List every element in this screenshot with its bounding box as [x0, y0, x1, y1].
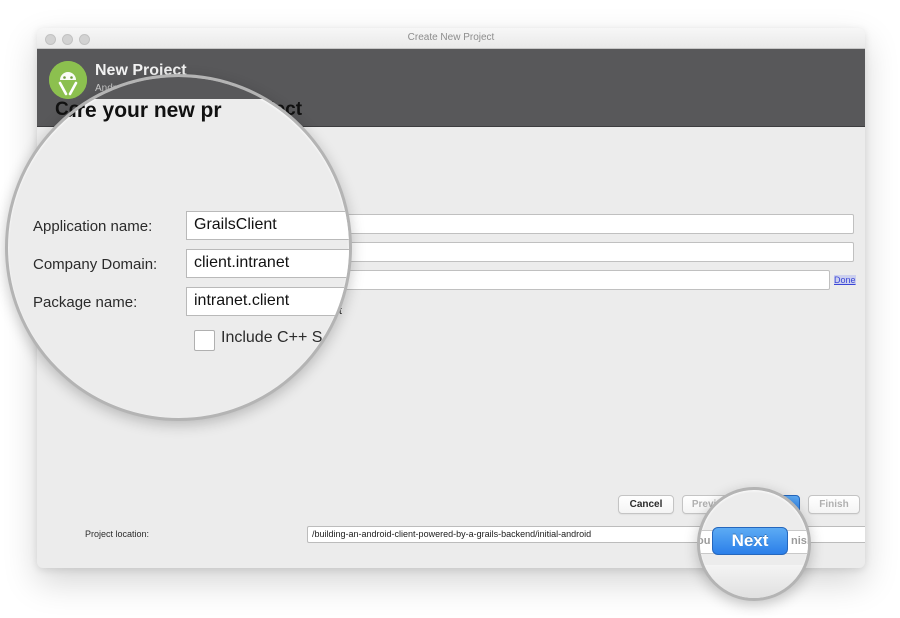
magnified-application-name-label: Application name:: [33, 218, 153, 235]
finish-button[interactable]: Finish: [808, 495, 860, 514]
magnified-include-cpp-support-checkbox[interactable]: [194, 330, 215, 351]
magnified-next-button[interactable]: Next: [712, 527, 788, 555]
magnified-header-band: [8, 77, 349, 99]
magnified-finish-button-fragment: nish: [791, 535, 808, 547]
magnified-package-name-input[interactable]: intranet.client: [186, 287, 349, 316]
magnified-include-cpp-support-label: Include C++ S: [221, 329, 323, 346]
magnified-window-bottom-edge: [700, 565, 808, 598]
form-magnifier-lens: ure your new pr Application name: Compan…: [5, 74, 352, 421]
cancel-button[interactable]: Cancel: [618, 495, 674, 514]
magnified-company-domain-input[interactable]: client.intranet: [186, 249, 349, 278]
magnified-previous-button-fragment: iou: [697, 535, 711, 547]
magnified-step-title: ure your new pr: [64, 99, 222, 122]
window-titlebar: Create New Project: [37, 28, 865, 49]
magnified-package-name-label: Package name:: [33, 294, 138, 311]
magnified-application-name-input[interactable]: GrailsClient: [186, 211, 349, 240]
next-button-magnifier-lens: iou nish Next: [697, 487, 811, 601]
magnified-company-domain-label: Company Domain:: [33, 256, 158, 273]
screenshot-root: Create New Project New Project Android S…: [0, 0, 900, 618]
package-name-edit-done-link[interactable]: Done: [834, 275, 856, 285]
window-title: Create New Project: [407, 32, 495, 43]
